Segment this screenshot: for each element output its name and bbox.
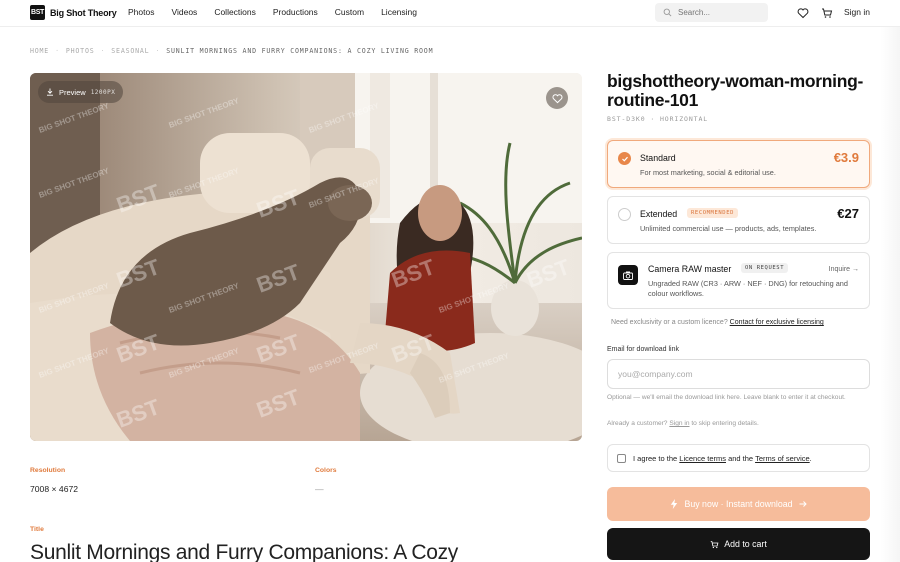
scroll-edge-shadow [880,27,900,562]
check-icon [622,156,628,162]
exclusive-licensing-link[interactable]: Contact for exclusive licensing [730,319,824,326]
heart-icon [552,93,562,103]
license-option-camera-raw[interactable]: Camera RAW master ON REQUEST Inquire → U… [607,252,870,309]
customer-prefix: Already a customer? [607,420,668,427]
customer-suffix: to skip entering details. [691,420,759,427]
search-box[interactable] [655,3,768,22]
exclusive-text: Need exclusivity or a custom licence? [611,319,728,326]
email-field[interactable] [607,359,870,389]
camera-icon [618,265,638,285]
exclusive-licensing-note: Need exclusivity or a custom licence? Co… [611,319,824,326]
breadcrumb-current: SUNLIT MORNINGS AND FURRY COMPANIONS: A … [166,47,434,55]
product-photo[interactable]: BST BST BST BST BST BST BST BST BST BST … [30,73,582,441]
signin-link[interactable]: Sign in [844,7,870,17]
add-to-cart-button[interactable]: Add to cart [607,528,870,560]
terms-agreement: I agree to the Licence terms and the Ter… [607,444,870,472]
colors-value: — [315,484,324,494]
main-nav: Photos Videos Collections Productions Cu… [128,7,434,17]
breadcrumb-separator: · [100,47,106,55]
favorite-button[interactable] [546,87,568,109]
product-subtitle: BST-D3K0 · HORIZONTAL [607,115,708,123]
product-id: BST-D3K0 [607,115,646,123]
radio-extended[interactable] [618,208,631,221]
inquire-link[interactable]: Inquire → [829,266,859,273]
breadcrumb-seasonal[interactable]: SEASONAL [111,47,149,55]
breadcrumb: HOME · PHOTOS · SEASONAL · SUNLIT MORNIN… [30,47,433,55]
recommended-badge: RECOMMENDED [687,208,739,218]
email-hint: Optional — we'll email the download link… [607,394,846,401]
arrow-right-icon [799,501,807,507]
search-input[interactable] [678,8,758,17]
license-name: Camera RAW master [648,264,732,274]
top-navbar: BST Big Shot Theory Photos Videos Collec… [0,0,900,27]
logo-mark: BST [30,5,45,20]
license-desc: Ungraded RAW (CR3 · ARW · NEF · DNG) for… [648,279,848,298]
breadcrumb-home[interactable]: HOME [30,47,49,55]
download-icon [47,88,53,96]
buy-now-label: Buy now · Instant download [684,499,793,509]
license-desc: For most marketing, social & editorial u… [640,168,776,177]
logo[interactable]: BST Big Shot Theory [30,5,117,20]
terms-and: and the [728,453,754,463]
on-request-badge: ON REQUEST [741,263,789,273]
license-name: Extended [640,209,678,219]
breadcrumb-separator: · [55,47,60,55]
customer-hint: Already a customer? Sign in to skip ente… [607,418,867,429]
lightning-icon [671,499,678,509]
nav-item-photos[interactable]: Photos [128,7,154,17]
terms-checkbox[interactable] [617,453,626,463]
heart-icon[interactable] [797,7,809,19]
license-name: Standard [640,153,676,163]
nav-item-productions[interactable]: Productions [273,7,318,17]
terms-end: . [809,453,812,463]
buy-now-button[interactable]: Buy now · Instant download [607,487,870,521]
terms-of-service-link[interactable]: Terms of service [755,454,810,463]
license-price: €27 [837,206,859,221]
product-title: bigshottheory-woman-morning-routine-101 [607,71,864,110]
license-option-extended[interactable]: Extended RECOMMENDED Unlimited commercia… [607,196,870,244]
breadcrumb-photos[interactable]: PHOTOS [66,47,95,55]
nav-item-collections[interactable]: Collections [214,7,256,17]
title-label: Title [30,526,44,533]
license-option-standard[interactable]: Standard For most marketing, social & ed… [607,140,870,188]
licence-terms-link[interactable]: Licence terms [679,454,726,463]
subtitle-separator: · [650,115,660,123]
nav-item-custom[interactable]: Custom [335,7,364,17]
search-icon [663,8,672,17]
terms-text: I agree to the Licence terms and the Ter… [633,454,812,463]
nav-item-videos[interactable]: Videos [171,7,197,17]
preview-label: Preview [59,87,86,97]
radio-standard[interactable] [618,152,631,165]
product-orientation: HORIZONTAL [659,115,709,123]
cart-icon[interactable] [821,7,833,19]
add-to-cart-label: Add to cart [724,539,767,549]
email-label: Email for download link [607,346,679,353]
image-title: Sunlit Mornings and Furry Companions: A … [30,541,459,562]
resolution-label: Resolution [30,467,66,474]
nav-item-licensing[interactable]: Licensing [381,7,417,17]
cart-icon [710,540,719,548]
logo-text: Big Shot Theory [50,7,117,18]
preview-resolution: 1200PX [90,88,116,96]
preview-button[interactable]: Preview 1200PX [38,81,124,103]
colors-label: Colors [315,467,337,474]
license-desc: Unlimited commercial use — products, ads… [640,224,817,233]
resolution-value: 7008 × 4672 [30,484,79,494]
customer-signin-link[interactable]: Sign in [669,420,689,427]
photo-illustration: BST BST BST BST BST BST BST BST BST BST … [30,73,582,441]
terms-prefix: I agree to the [633,453,678,463]
license-price: €3.9 [833,150,859,165]
breadcrumb-separator: · [155,47,161,55]
